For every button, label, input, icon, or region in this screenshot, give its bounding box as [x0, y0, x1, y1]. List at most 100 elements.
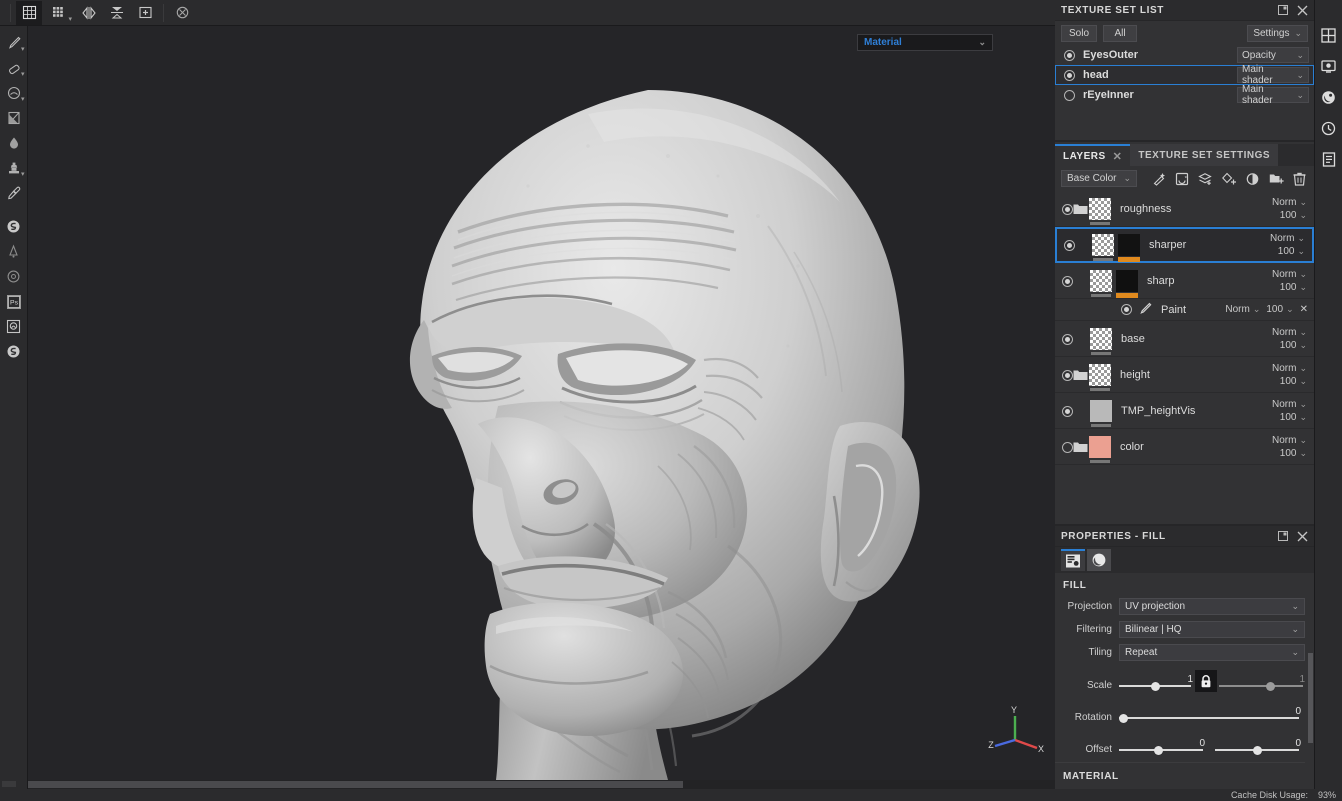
layer-opacity-dropdown[interactable]: 100 ⌄ [1280, 282, 1307, 293]
layer-thumbnail[interactable] [1090, 400, 1112, 422]
material-dropdown[interactable]: Material ⌄ [857, 34, 993, 51]
layer-thumbnail[interactable] [1090, 270, 1112, 292]
texture-set-row-eyesouter[interactable]: EyesOuter Opacity ⌄ [1055, 45, 1314, 65]
layer-opacity-dropdown[interactable]: 100 ⌄ [1280, 210, 1307, 221]
layer-visibility-icon[interactable] [1062, 334, 1073, 345]
texture-set-row-reyeinner[interactable]: rEyeInner Main shader ⌄ [1055, 85, 1314, 105]
particle-icon[interactable] [1, 239, 27, 264]
history-icon[interactable] [1316, 115, 1342, 141]
layer-blend-dropdown[interactable]: Norm ⌄ [1272, 269, 1307, 280]
layer-blend-dropdown[interactable]: Norm ⌄ [1272, 399, 1307, 410]
layer-row-base[interactable]: base Norm ⌄ 100 ⌄ [1055, 321, 1314, 357]
delete-layer-icon[interactable] [1293, 172, 1306, 186]
mask-effect-row-paint[interactable]: Paint Norm ⌄ 100 ⌄ ✕ [1055, 299, 1314, 321]
layer-row-height[interactable]: height Norm ⌄ 100 ⌄ [1055, 357, 1314, 393]
properties-scrollbar[interactable] [1308, 653, 1313, 743]
visibility-toggle-icon[interactable] [1064, 70, 1075, 81]
settings-sphere-icon[interactable] [1, 339, 27, 364]
tab-texture-set-settings[interactable]: TEXTURE SET SETTINGS [1130, 144, 1278, 166]
layer-blend-dropdown[interactable]: Norm ⌄ [1272, 197, 1307, 208]
layer-visibility-icon[interactable] [1064, 240, 1075, 251]
layer-mask-thumbnail[interactable] [1118, 234, 1140, 256]
add-smart-material-icon[interactable] [1222, 172, 1237, 186]
texture-set-settings-button[interactable]: Settings ⌄ [1247, 25, 1308, 42]
viewport-horizontal-scrollbar[interactable] [28, 780, 1055, 789]
layer-row-roughness[interactable]: roughness Norm ⌄ 100 ⌄ [1055, 191, 1314, 227]
layer-visibility-icon[interactable] [1062, 370, 1073, 381]
smudge-icon[interactable] [1, 130, 27, 155]
layer-row-sharper[interactable]: sharper Norm ⌄ 100 ⌄ [1055, 227, 1314, 263]
layer-opacity-dropdown[interactable]: 100 ⌄ [1280, 412, 1307, 423]
remove-effect-icon[interactable]: ✕ [1300, 304, 1308, 315]
offset-slider-u[interactable]: 0 [1119, 740, 1203, 756]
eraser-icon[interactable]: ▾ [1, 55, 27, 80]
projection-icon[interactable]: ▾ [1, 80, 27, 105]
log-icon[interactable] [1316, 146, 1342, 172]
channel-dropdown[interactable]: Base Color ⌄ [1061, 170, 1137, 187]
shader-dropdown[interactable]: Main shader ⌄ [1237, 87, 1309, 103]
solo-button[interactable]: Solo [1061, 25, 1097, 42]
clone-stamp-icon[interactable]: ▾ [1, 155, 27, 180]
add-paint-layer-icon[interactable] [1198, 172, 1213, 186]
restore-icon[interactable] [1278, 5, 1288, 15]
offset-slider-v[interactable]: 0 [1215, 740, 1299, 756]
fill-properties-tab[interactable] [1061, 549, 1085, 571]
lock-icon[interactable] [1195, 670, 1217, 692]
rotation-slider[interactable]: 0 [1119, 708, 1299, 724]
filtering-select[interactable]: Bilinear | HQ ⌄ [1119, 621, 1305, 638]
scale-slider-u[interactable]: 1 [1119, 676, 1191, 692]
layer-thumbnail[interactable] [1089, 436, 1111, 458]
shelf-grid-icon[interactable] [1316, 22, 1342, 48]
layer-thumbnail[interactable] [1090, 328, 1112, 350]
layer-visibility-icon[interactable] [1062, 204, 1073, 215]
add-fill-layer-icon[interactable] [1175, 172, 1189, 186]
display-settings-icon[interactable] [1316, 53, 1342, 79]
layer-opacity-dropdown[interactable]: 100 ⌄ [1280, 448, 1307, 459]
texture-set-grid-icon[interactable]: ▾ [44, 1, 74, 25]
add-mask-icon[interactable] [1246, 172, 1260, 186]
layer-opacity-dropdown[interactable]: 100 ⌄ [1278, 246, 1305, 257]
layer-row-sharp[interactable]: sharp Norm ⌄ 100 ⌄ [1055, 263, 1314, 299]
reset-camera-icon[interactable] [169, 1, 195, 25]
shader-dropdown[interactable]: Main shader ⌄ [1237, 67, 1309, 83]
layer-blend-dropdown[interactable]: Norm ⌄ [1270, 233, 1305, 244]
layer-row-tmp-heightvis[interactable]: TMP_heightVis Norm ⌄ 100 ⌄ [1055, 393, 1314, 429]
add-view-icon[interactable] [132, 1, 158, 25]
axis-gizmo[interactable]: Y X Z [987, 704, 1045, 756]
restore-icon[interactable] [1278, 531, 1288, 541]
mirror-plane-icon[interactable] [104, 1, 130, 25]
layer-blend-dropdown[interactable]: Norm ⌄ [1272, 363, 1307, 374]
all-button[interactable]: All [1103, 25, 1137, 42]
layer-opacity-dropdown[interactable]: 100 ⌄ [1280, 376, 1307, 387]
substance-icon[interactable] [1, 214, 27, 239]
scrollbar-thumb[interactable] [28, 781, 683, 788]
bake-icon[interactable] [1, 314, 27, 339]
effect-blend-dropdown[interactable]: Norm ⌄ [1225, 304, 1260, 315]
projection-select[interactable]: UV projection ⌄ [1119, 598, 1305, 615]
3d-viewport[interactable]: Material ⌄ Y X Z [28, 26, 1055, 780]
blur-icon[interactable] [1, 264, 27, 289]
paint-brush-icon[interactable]: ▾ [1, 30, 27, 55]
texture-set-row-head[interactable]: head Main shader ⌄ [1055, 65, 1314, 85]
shader-dropdown[interactable]: Opacity ⌄ [1237, 47, 1309, 63]
layer-thumbnail[interactable] [1089, 198, 1111, 220]
visibility-toggle-icon[interactable] [1064, 50, 1075, 61]
uv-grid-icon[interactable] [16, 1, 42, 25]
layer-list[interactable]: roughness Norm ⌄ 100 ⌄ [1055, 191, 1314, 524]
material-properties-tab[interactable] [1087, 549, 1111, 571]
close-icon[interactable] [1297, 531, 1308, 542]
shader-settings-icon[interactable] [1316, 84, 1342, 110]
photoshop-icon[interactable]: Ps [1, 289, 27, 314]
add-folder-icon[interactable] [1269, 172, 1284, 185]
color-picker-icon[interactable] [1, 180, 27, 205]
layer-blend-dropdown[interactable]: Norm ⌄ [1272, 435, 1307, 446]
layer-visibility-icon[interactable] [1062, 406, 1073, 417]
layer-blend-dropdown[interactable]: Norm ⌄ [1272, 327, 1307, 338]
scale-slider-v[interactable]: 1 [1219, 676, 1303, 692]
tab-layers[interactable]: LAYERS ✕ [1055, 144, 1130, 166]
layer-visibility-icon[interactable] [1062, 442, 1073, 453]
tiling-select[interactable]: Repeat ⌄ [1119, 644, 1305, 661]
layer-mask-thumbnail[interactable] [1116, 270, 1138, 292]
add-effect-icon[interactable] [1152, 172, 1166, 186]
model-canvas[interactable] [28, 26, 1055, 780]
